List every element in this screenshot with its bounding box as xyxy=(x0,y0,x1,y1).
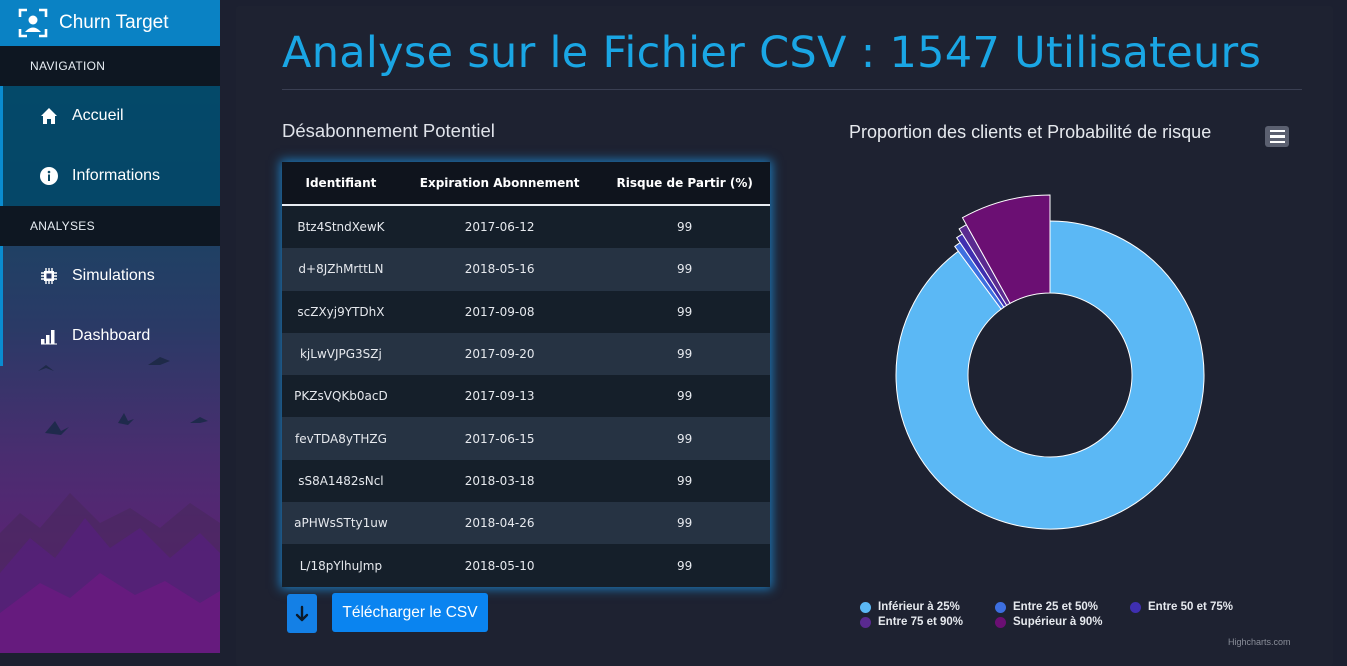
column-header-risque[interactable]: Risque de Partir (%) xyxy=(599,162,770,206)
table-row: fevTDA8yTHZG 2017-06-15 99 xyxy=(282,417,770,460)
legend-item[interactable]: Supérieur à 90% xyxy=(995,616,1130,628)
app-name: Churn Target xyxy=(59,12,169,33)
cell-expiration: 2018-05-10 xyxy=(464,558,535,573)
chip-icon xyxy=(38,265,60,287)
cell-expiration: 2017-09-13 xyxy=(464,389,535,404)
sidebar-item-label: Accueil xyxy=(72,107,124,124)
legend-item[interactable]: Entre 25 et 50% xyxy=(995,601,1130,613)
cell-risque: 99 xyxy=(677,558,693,573)
cell-identifiant: sS8A1482sNcl xyxy=(298,473,384,488)
legend-marker xyxy=(860,616,871,628)
cell-identifiant: kjLwVJPG3SZj xyxy=(299,347,382,362)
table-row: Btz4StndXewK 2017-06-12 99 xyxy=(282,205,770,249)
download-csv-button[interactable]: Télécharger le CSV xyxy=(332,593,488,632)
nav-group-analyses: Simulations Dashboard xyxy=(0,246,220,366)
cell-expiration: 2018-05-16 xyxy=(464,262,535,277)
sidebar-item-informations[interactable]: Informations xyxy=(0,146,220,206)
legend-marker xyxy=(995,616,1006,628)
title-divider xyxy=(282,89,1302,90)
legend-item[interactable]: Entre 50 et 75% xyxy=(1130,601,1265,613)
cell-identifiant: PKZsVQKb0acD xyxy=(294,389,388,404)
table-row: aPHWsSTty1uw 2018-04-26 99 xyxy=(282,502,770,545)
legend-item[interactable]: Entre 75 et 90% xyxy=(860,616,995,628)
cell-identifiant: d+8JZhMrttLN xyxy=(298,262,384,277)
cell-expiration: 2017-09-08 xyxy=(464,304,535,319)
cell-expiration: 2018-04-26 xyxy=(464,516,535,531)
cell-risque: 99 xyxy=(677,220,693,235)
brand-header[interactable]: Churn Target xyxy=(0,0,220,46)
nav-group-navigation: Accueil Informations xyxy=(0,86,220,206)
table-row: scZXyj9YTDhX 2017-09-08 99 xyxy=(282,290,770,333)
donut-chart xyxy=(895,194,1205,530)
info-icon xyxy=(38,165,60,187)
legend-label: Supérieur à 90% xyxy=(1013,616,1103,628)
table-row: PKZsVQKb0acD 2017-09-13 99 xyxy=(282,375,770,418)
download-file-icon[interactable] xyxy=(287,594,317,633)
table-row: d+8JZhMrttLN 2018-05-16 99 xyxy=(282,248,770,291)
cell-expiration: 2017-06-15 xyxy=(464,431,535,446)
cell-identifiant: Btz4StndXewK xyxy=(297,220,385,235)
chart-credits[interactable]: Highcharts.com xyxy=(1228,637,1291,647)
column-header-identifiant[interactable]: Identifiant xyxy=(282,162,400,206)
cell-risque: 99 xyxy=(677,516,693,531)
home-icon xyxy=(38,105,60,127)
legend-label: Entre 75 et 90% xyxy=(878,616,964,628)
chart-menu-icon[interactable] xyxy=(1265,126,1289,147)
sidebar-item-label: Simulations xyxy=(72,267,155,284)
legend-marker xyxy=(860,601,871,613)
cell-expiration: 2017-06-12 xyxy=(464,220,535,235)
legend-marker xyxy=(1130,601,1141,613)
sidebar: Churn Target NAVIGATION Accueil Informat… xyxy=(0,0,220,653)
cell-risque: 99 xyxy=(677,431,693,446)
bar-chart-icon xyxy=(38,325,60,347)
sidebar-item-label: Informations xyxy=(72,167,161,184)
legend-item[interactable]: Inférieur à 25% xyxy=(860,601,995,613)
cell-expiration: 2017-09-20 xyxy=(464,347,535,362)
sidebar-item-dashboard[interactable]: Dashboard xyxy=(0,306,220,366)
cell-risque: 99 xyxy=(677,347,693,362)
main-panel: Analyse sur le Fichier CSV : 1547 Utilis… xyxy=(236,6,1333,666)
cell-identifiant: scZXyj9YTDhX xyxy=(297,304,385,319)
sidebar-item-simulations[interactable]: Simulations xyxy=(0,246,220,306)
sidebar-background-illustration xyxy=(0,357,220,653)
churn-table-container: Identifiant Expiration Abonnement Risque… xyxy=(282,162,770,587)
user-target-icon xyxy=(18,8,48,38)
section-header-navigation: NAVIGATION xyxy=(0,46,220,86)
cell-identifiant: L/18pYlhuJmp xyxy=(299,558,383,573)
legend-label: Inférieur à 25% xyxy=(878,601,960,613)
cell-risque: 99 xyxy=(677,262,693,277)
legend-marker xyxy=(995,601,1006,613)
churn-table: Identifiant Expiration Abonnement Risque… xyxy=(282,162,770,587)
table-row: kjLwVJPG3SZj 2017-09-20 99 xyxy=(282,332,770,376)
cell-expiration: 2018-03-18 xyxy=(464,473,535,488)
sidebar-item-label: Dashboard xyxy=(72,327,151,344)
chart-title: Proportion des clients et Probabilité de… xyxy=(849,122,1212,142)
sidebar-item-accueil[interactable]: Accueil xyxy=(0,86,220,146)
section-header-analyses: ANALYSES xyxy=(0,206,220,246)
cell-identifiant: fevTDA8yTHZG xyxy=(294,431,387,446)
cell-identifiant: aPHWsSTty1uw xyxy=(294,516,388,531)
cell-risque: 99 xyxy=(677,473,693,488)
table-row: sS8A1482sNcl 2018-03-18 99 xyxy=(282,459,770,503)
table-header-row: Identifiant Expiration Abonnement Risque… xyxy=(282,162,770,206)
table-section-title: Désabonnement Potentiel xyxy=(282,120,495,141)
cell-risque: 99 xyxy=(677,304,693,319)
chart-legend: Inférieur à 25% Entre 25 et 50% Entre 50 e… xyxy=(860,601,1290,628)
cell-risque: 99 xyxy=(677,389,693,404)
legend-label: Entre 50 et 75% xyxy=(1148,601,1234,613)
column-header-expiration[interactable]: Expiration Abonnement xyxy=(399,162,600,206)
page-title: Analyse sur le Fichier CSV : 1547 Utilis… xyxy=(282,28,1262,78)
table-row: L/18pYlhuJmp 2018-05-10 99 xyxy=(282,544,770,587)
legend-label: Entre 25 et 50% xyxy=(1013,601,1099,613)
